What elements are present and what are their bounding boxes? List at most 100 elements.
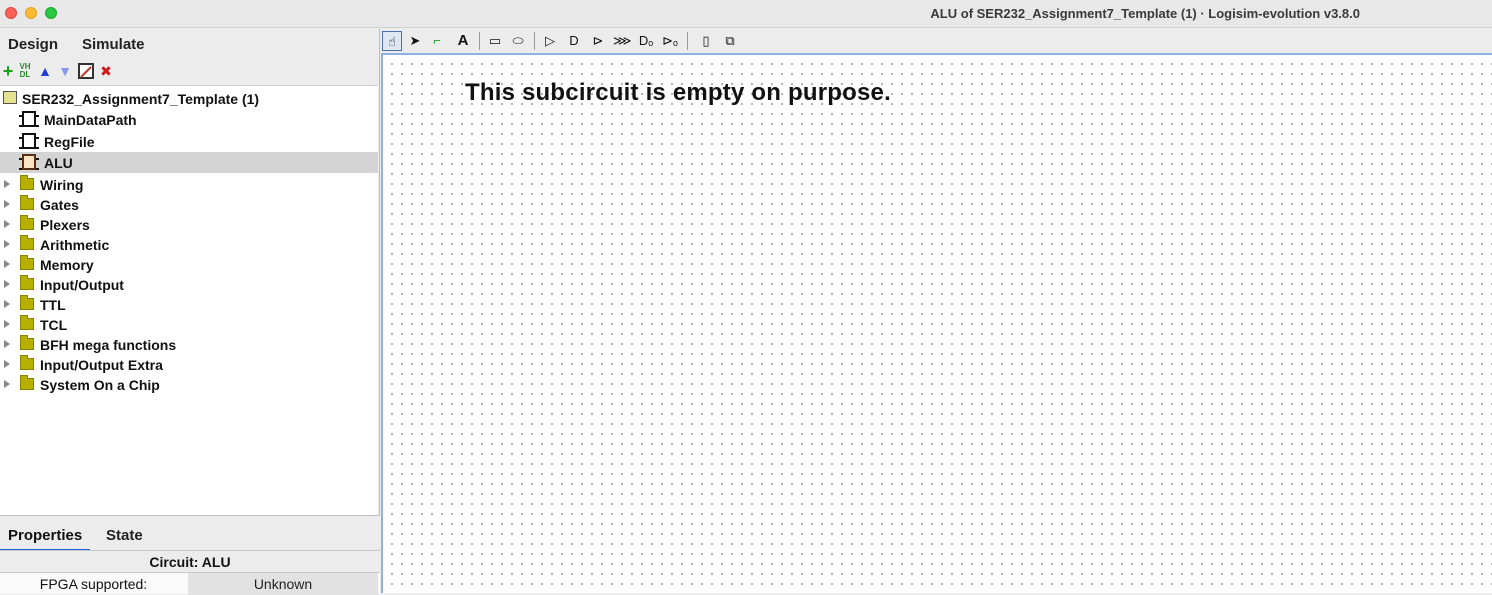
project-icon [3,91,17,104]
library-item-system-on-a-chip[interactable]: System On a Chip [0,374,378,395]
tab-state[interactable]: State [106,527,143,544]
circuit-icon [19,111,39,127]
move-up-icon[interactable]: ▲ [37,63,53,79]
toolbar-separator [534,32,535,50]
library-label: Input/Output [40,277,124,293]
xor-gate-icon[interactable]: ⋙ [613,31,632,51]
circuit-icon [19,133,39,149]
library-label: TCL [40,317,68,333]
canvas-toolbar: ☝ ➤ ⌐ A ▭ ⬭ ▷ D ⊳ ⋙ Dₒ ⊳ₒ ▯ ⧉ [381,29,1492,53]
expand-arrow-icon[interactable] [4,340,10,348]
library-label: Memory [40,257,94,273]
library-label: TTL [40,297,66,313]
library-label: Input/Output Extra [40,357,163,373]
explorer-panel: Design Simulate + VH DL ▲ ▼ ✖ SER232_Assi… [0,29,380,595]
library-label: BFH mega functions [40,337,177,353]
project-item[interactable]: SER232_Assignment7_Template (1) [0,88,378,109]
buffer-gate-icon[interactable]: ▷ [541,31,559,51]
folder-icon [20,195,34,210]
folder-icon [20,235,34,250]
nand-gate-icon[interactable]: Dₒ [637,31,655,51]
properties-header: Circuit: ALU [0,550,380,572]
input-pin-icon[interactable]: ▭ [486,31,504,51]
tab-design[interactable]: Design [8,36,58,53]
library-item-ttl[interactable]: TTL [0,294,378,315]
project-label: SER232_Assignment7_Template (1) [22,91,260,107]
folder-icon [20,315,34,330]
property-value: Unknown [253,576,313,592]
explorer-tabbar: Design Simulate [0,29,380,57]
text-tool-icon[interactable]: A [455,31,471,51]
circuit-item-maindatapath[interactable]: MainDataPath [0,109,378,130]
circuit-item-alu[interactable]: ALU [0,152,378,173]
property-value-cell[interactable]: Unknown [188,573,378,595]
library-label: Wiring [40,177,84,193]
folder-icon [20,335,34,350]
minimize-window-button[interactable] [25,7,37,19]
poke-tool-icon[interactable]: ☝ [382,31,402,51]
library-item-tcl[interactable]: TCL [0,314,378,335]
expand-arrow-icon[interactable] [4,180,10,188]
folder-icon [20,275,34,290]
library-item-wiring[interactable]: Wiring [0,174,378,195]
output-pin-icon[interactable]: ⬭ [509,31,527,51]
property-row: FPGA supported: Unknown [0,572,380,595]
toolbar-separator [687,32,688,50]
folder-icon [20,255,34,270]
expand-arrow-icon[interactable] [4,380,10,388]
tab-properties[interactable]: Properties [8,527,82,544]
explorer-toolbar: + VH DL ▲ ▼ ✖ [0,59,380,85]
library-item-gates[interactable]: Gates [0,194,378,215]
expand-arrow-icon[interactable] [4,300,10,308]
or-gate-icon[interactable]: ⊳ [589,31,607,51]
maximize-window-button[interactable] [45,7,57,19]
library-label: System On a Chip [40,377,160,393]
expand-arrow-icon[interactable] [4,220,10,228]
select-tool-icon[interactable]: ➤ [407,31,423,51]
expand-arrow-icon[interactable] [4,200,10,208]
circuit-tree: SER232_Assignment7_Template (1) MainData… [0,85,378,515]
library-label: Arithmetic [40,237,110,253]
circuit-label: ALU [44,155,73,171]
circuit-label: MainDataPath [44,112,137,128]
add-circuit-icon[interactable]: + [0,62,16,80]
expand-arrow-icon[interactable] [4,240,10,248]
library-item-memory[interactable]: Memory [0,254,378,275]
expand-arrow-icon[interactable] [4,280,10,288]
folder-icon [20,175,34,190]
subcircuit-tool-icon[interactable]: ⧉ [721,31,739,51]
add-vhdl-icon[interactable]: VH DL [17,63,33,79]
library-label: Plexers [40,217,90,233]
close-window-button[interactable] [5,7,17,19]
edit-appearance-icon[interactable] [78,63,94,79]
toolbar-separator [479,32,480,50]
library-item-bfh-mega-functions[interactable]: BFH mega functions [0,334,378,355]
expand-arrow-icon[interactable] [4,360,10,368]
circuit-item-regfile[interactable]: RegFile [0,131,378,152]
library-item-input-output[interactable]: Input/Output [0,274,378,295]
chip-tool-icon[interactable]: ▯ [697,31,715,51]
folder-icon [20,215,34,230]
window-title: ALU of SER232_Assignment7_Template (1) ·… [930,6,1360,21]
title-bar: ALU of SER232_Assignment7_Template (1) ·… [0,0,1492,28]
wiring-tool-icon[interactable]: ⌐ [429,31,445,51]
delete-icon[interactable]: ✖ [98,63,114,79]
nor-gate-icon[interactable]: ⊳ₒ [661,31,679,51]
circuit-canvas[interactable]: This subcircuit is empty on purpose. [381,53,1492,593]
and-gate-icon[interactable]: D [565,31,583,51]
folder-icon [20,295,34,310]
library-item-plexers[interactable]: Plexers [0,214,378,235]
circuit-icon [19,154,39,170]
expand-arrow-icon[interactable] [4,320,10,328]
canvas-text-label[interactable]: This subcircuit is empty on purpose. [465,79,891,107]
property-name: FPGA supported: [39,576,148,592]
folder-icon [20,355,34,370]
folder-icon [20,375,34,390]
expand-arrow-icon[interactable] [4,260,10,268]
library-item-input-output-extra[interactable]: Input/Output Extra [0,354,378,375]
library-item-arithmetic[interactable]: Arithmetic [0,234,378,255]
tab-simulate[interactable]: Simulate [82,36,145,53]
library-label: Gates [40,197,79,213]
circuit-label: RegFile [44,134,95,150]
move-down-icon[interactable]: ▼ [57,63,73,79]
